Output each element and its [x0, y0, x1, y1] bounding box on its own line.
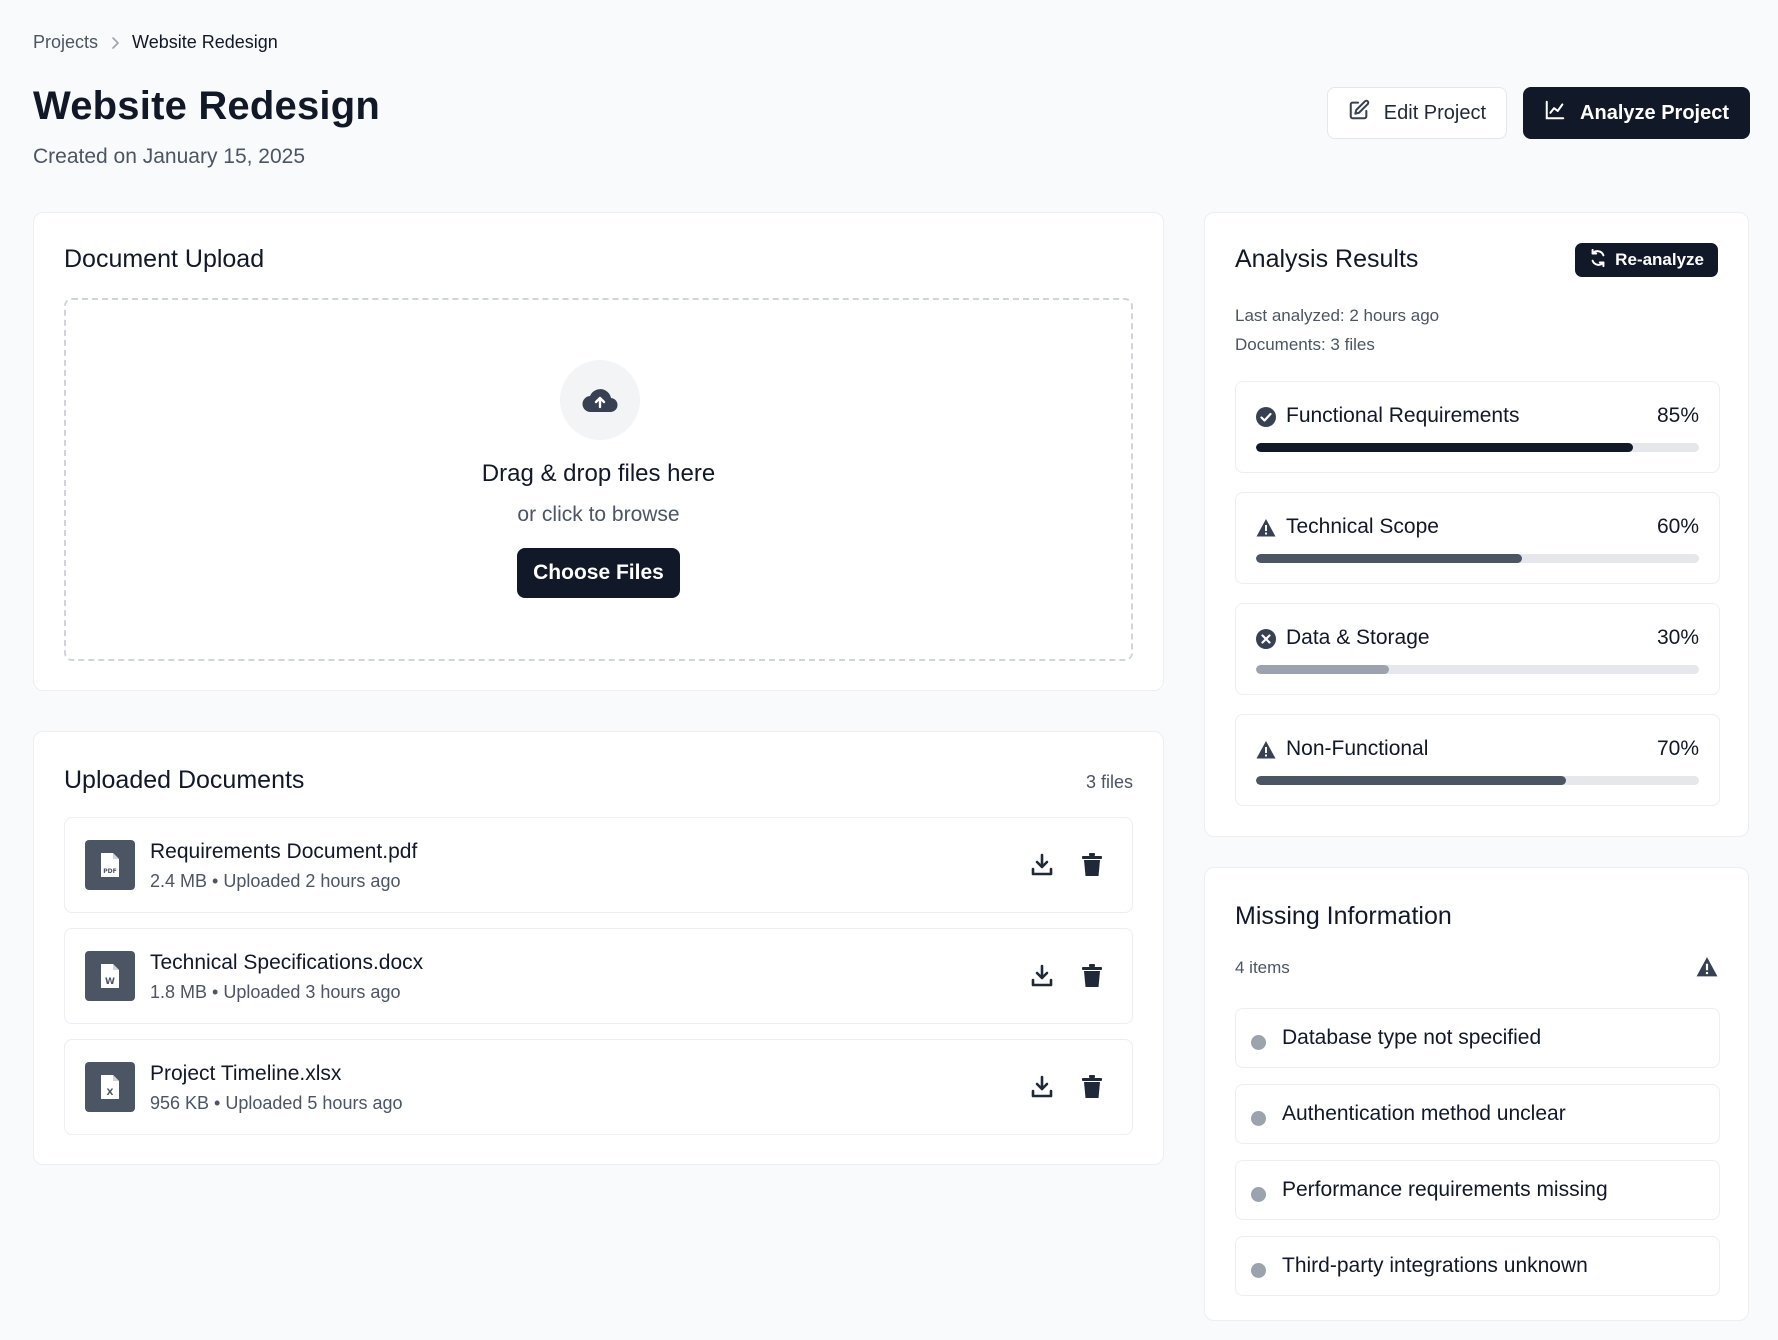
- excel-file-icon: X: [85, 1062, 135, 1112]
- file-dropzone[interactable]: Drag & drop files here or click to brows…: [64, 298, 1133, 661]
- missing-information-card: Missing Information 4 items Database typ…: [1204, 867, 1749, 1321]
- x-circle-icon: [1256, 629, 1276, 649]
- trash-icon[interactable]: [1080, 852, 1104, 878]
- progress-fill: [1256, 776, 1567, 785]
- cloud-upload-icon: [560, 360, 640, 440]
- progress-bar: [1256, 443, 1699, 452]
- metric-non-functional: Non-Functional 70%: [1235, 714, 1720, 806]
- pdf-file-icon: PDF: [85, 840, 135, 890]
- metric-data-storage: Data & Storage 30%: [1235, 603, 1720, 695]
- progress-bar: [1256, 665, 1699, 674]
- document-actions: [1030, 1074, 1104, 1100]
- document-actions: [1030, 852, 1104, 878]
- missing-items-count: 4 items: [1235, 958, 1290, 977]
- progress-fill: [1256, 665, 1389, 674]
- missing-item: Authentication method unclear: [1235, 1084, 1720, 1144]
- metric-functional-requirements: Functional Requirements 85%: [1235, 381, 1720, 473]
- document-name: Technical Specifications.docx: [150, 951, 424, 974]
- document-actions: [1030, 963, 1104, 989]
- breadcrumb-current: Website Redesign: [132, 32, 278, 52]
- uploaded-documents-title: Uploaded Documents: [64, 766, 305, 794]
- download-icon[interactable]: [1030, 1074, 1054, 1100]
- missing-item-text: Authentication method unclear: [1282, 1102, 1566, 1125]
- svg-text:PDF: PDF: [103, 868, 116, 875]
- missing-item-text: Performance requirements missing: [1282, 1178, 1608, 1201]
- edit-project-label: Edit Project: [1383, 101, 1487, 124]
- trash-icon[interactable]: [1080, 1074, 1104, 1100]
- bullet-dot: [1251, 1035, 1266, 1050]
- progress-fill: [1256, 554, 1522, 563]
- metric-technical-scope: Technical Scope 60%: [1235, 492, 1720, 584]
- svg-text:X: X: [107, 1088, 114, 1098]
- missing-item: Performance requirements missing: [1235, 1160, 1720, 1220]
- reanalyze-label: Re-analyze: [1615, 250, 1704, 269]
- warning-icon: [1696, 957, 1718, 977]
- line-chart-icon: [1544, 99, 1566, 127]
- document-upload-card: Document Upload Drag & drop files here o…: [33, 212, 1164, 691]
- metric-list: Functional Requirements 85% Technical Sc…: [1235, 381, 1720, 825]
- document-item: W Technical Specifications.docx 1.8 MB •…: [64, 928, 1133, 1024]
- header-actions: Edit Project Analyze Project: [1326, 87, 1750, 139]
- document-name: Project Timeline.xlsx: [150, 1062, 342, 1085]
- breadcrumb: Projects Website Redesign: [33, 32, 278, 53]
- document-item: X Project Timeline.xlsx 956 KB • Uploade…: [64, 1039, 1133, 1135]
- edit-project-button[interactable]: Edit Project: [1326, 87, 1508, 139]
- metric-percent: 30%: [1656, 626, 1699, 649]
- missing-information-title: Missing Information: [1235, 902, 1452, 930]
- document-list: PDF Requirements Document.pdf 2.4 MB • U…: [64, 817, 1133, 1150]
- warning-icon: [1256, 519, 1276, 537]
- analysis-results-card: Analysis Results Re-analyze Last analyze…: [1204, 212, 1749, 837]
- metric-percent: 70%: [1656, 737, 1699, 760]
- document-meta: 1.8 MB • Uploaded 3 hours ago: [150, 982, 401, 1002]
- metric-label: Non-Functional: [1286, 737, 1429, 760]
- analysis-results-title: Analysis Results: [1235, 245, 1419, 273]
- edit-icon: [1348, 99, 1370, 127]
- project-page: Projects Website Redesign Website Redesi…: [0, 0, 1778, 1340]
- reanalyze-button[interactable]: Re-analyze: [1575, 243, 1718, 277]
- analyze-project-label: Analyze Project: [1580, 101, 1729, 124]
- bullet-dot: [1251, 1111, 1266, 1126]
- dropzone-title: Drag & drop files here: [481, 460, 716, 487]
- missing-item-text: Third-party integrations unknown: [1282, 1254, 1588, 1277]
- warning-icon: [1256, 741, 1276, 759]
- missing-item: Third-party integrations unknown: [1235, 1236, 1720, 1296]
- document-meta: 956 KB • Uploaded 5 hours ago: [150, 1093, 403, 1113]
- svg-text:W: W: [105, 977, 115, 987]
- document-upload-title: Document Upload: [64, 245, 265, 273]
- trash-icon[interactable]: [1080, 963, 1104, 989]
- bullet-dot: [1251, 1187, 1266, 1202]
- metric-label: Functional Requirements: [1286, 404, 1520, 427]
- document-meta: 2.4 MB • Uploaded 2 hours ago: [150, 871, 401, 891]
- documents-analyzed: Documents: 3 files: [1235, 335, 1375, 354]
- progress-bar: [1256, 776, 1699, 785]
- last-analyzed: Last analyzed: 2 hours ago: [1235, 306, 1440, 325]
- progress-bar: [1256, 554, 1699, 563]
- breadcrumb-projects-link[interactable]: Projects: [33, 32, 98, 53]
- missing-list: Database type not specified Authenticati…: [1235, 1008, 1720, 1312]
- check-circle-icon: [1256, 407, 1276, 427]
- refresh-icon: [1589, 248, 1607, 272]
- analyze-project-button[interactable]: Analyze Project: [1523, 87, 1750, 139]
- chevron-right-icon: [108, 36, 122, 50]
- word-file-icon: W: [85, 951, 135, 1001]
- metric-percent: 60%: [1656, 515, 1699, 538]
- choose-files-button[interactable]: Choose Files: [517, 548, 680, 598]
- metric-percent: 85%: [1656, 404, 1699, 427]
- document-item: PDF Requirements Document.pdf 2.4 MB • U…: [64, 817, 1133, 913]
- bullet-dot: [1251, 1263, 1266, 1278]
- download-icon[interactable]: [1030, 852, 1054, 878]
- documents-count: 3 files: [1085, 772, 1133, 792]
- progress-fill: [1256, 443, 1633, 452]
- metric-label: Technical Scope: [1286, 515, 1439, 538]
- missing-item-text: Database type not specified: [1282, 1026, 1542, 1049]
- dropzone-subtitle: or click to browse: [517, 503, 680, 526]
- uploaded-documents-card: Uploaded Documents 3 files PDF Requireme…: [33, 731, 1164, 1165]
- metric-label: Data & Storage: [1286, 626, 1430, 649]
- document-name: Requirements Document.pdf: [150, 840, 418, 863]
- page-subtitle: Created on January 15, 2025: [33, 145, 306, 168]
- download-icon[interactable]: [1030, 963, 1054, 989]
- page-title: Website Redesign: [33, 84, 380, 128]
- missing-item: Database type not specified: [1235, 1008, 1720, 1068]
